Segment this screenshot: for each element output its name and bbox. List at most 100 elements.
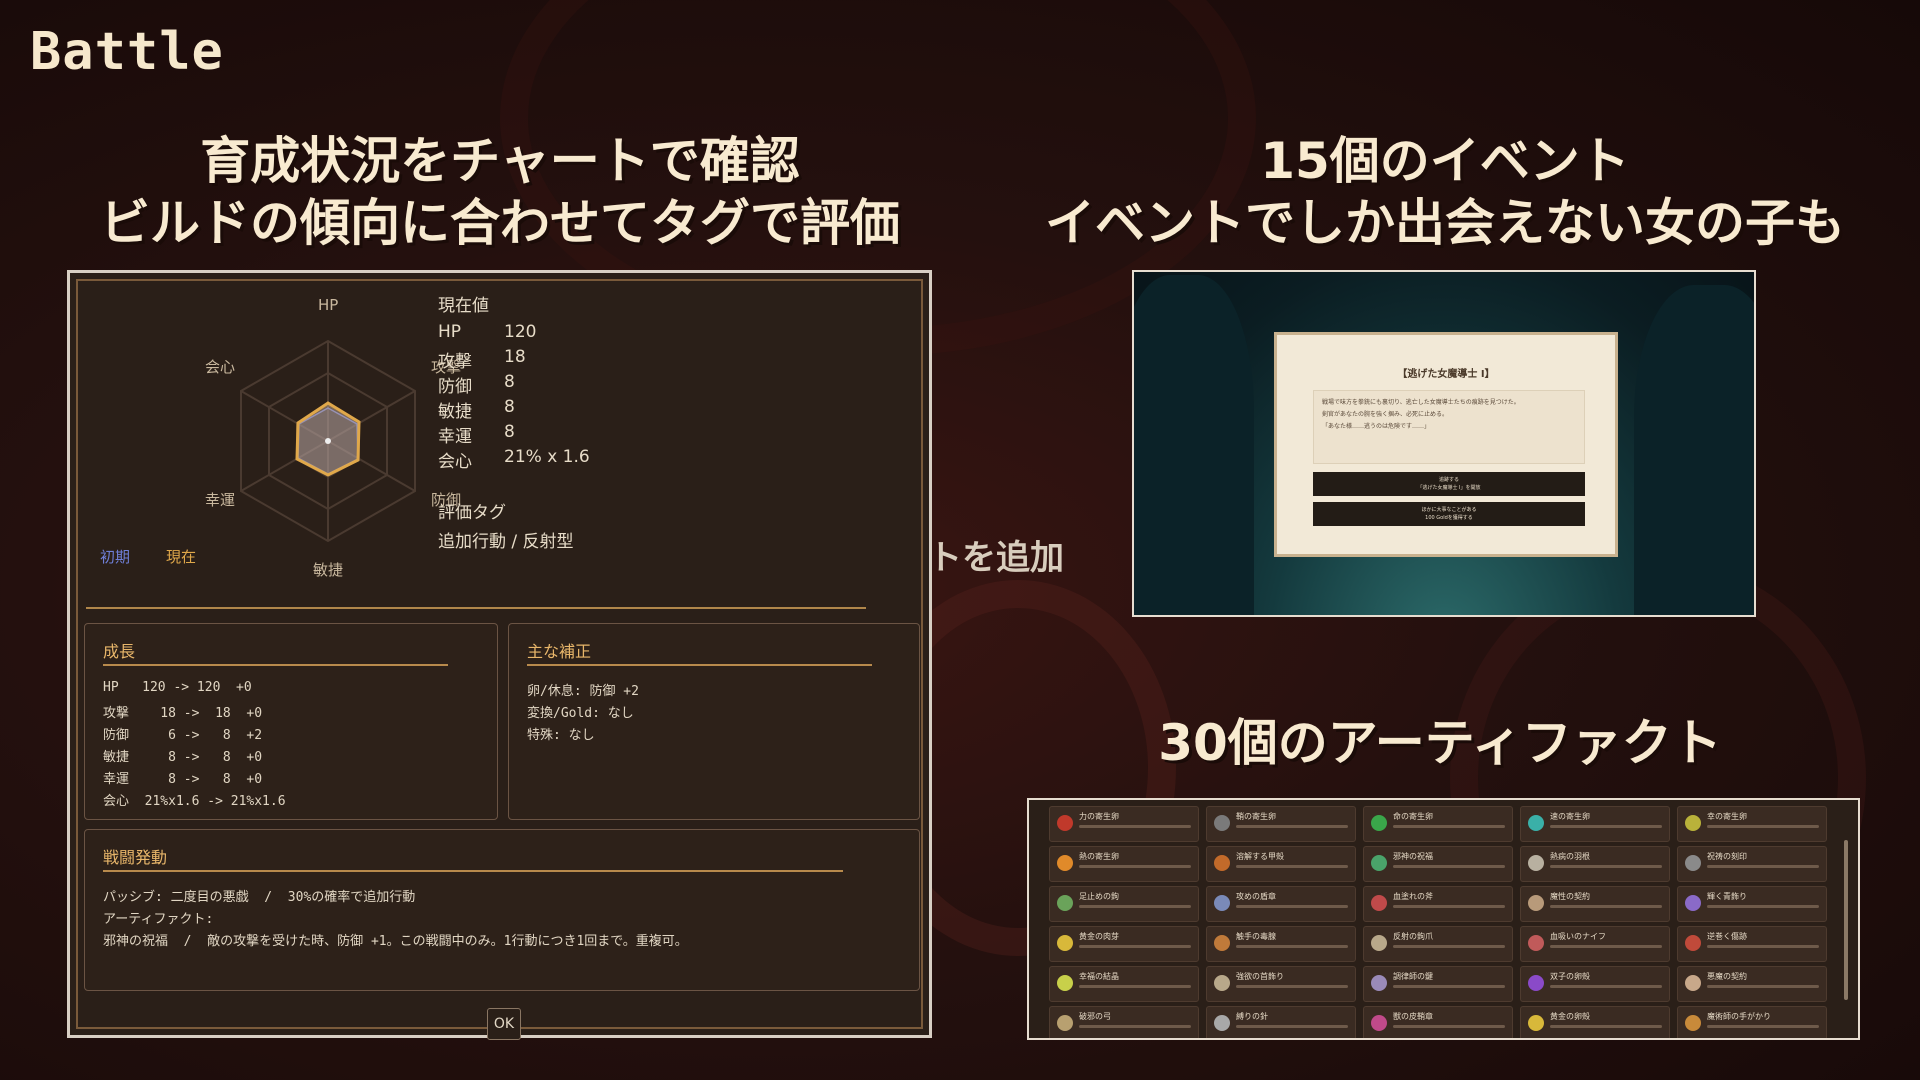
radar-label-crit: 会心 [205, 358, 236, 376]
event-option-1[interactable]: 追跡する 「逃げた女魔導士 Ⅰ」を開放 [1313, 472, 1585, 496]
stat-value: 8 [504, 372, 515, 392]
battle-effects-line: 邪神の祝福 / 敵の攻撃を受けた時、防御 +1。この戦闘中のみ。1行動につき1回… [103, 934, 688, 949]
event-option-2-line: 100 Goldを獲得する [1425, 515, 1473, 521]
event-preview: 【逃げた女魔導士 Ⅰ】 戦場で味方を拳銃にも裏切り、逃亡した女魔導士たちの痕跡を… [1132, 270, 1756, 617]
right-heading-line2: イベントでしか出会えない女の子も [1045, 194, 1845, 252]
artifact-card[interactable]: 調律師の鍵 [1363, 966, 1513, 1002]
stat-value: 21% x 1.6 [504, 447, 590, 467]
artifact-description [1236, 865, 1348, 868]
artifact-name: 魔性の契約 [1550, 892, 1590, 901]
artifact-name: 幸福の結晶 [1079, 972, 1119, 981]
artifact-description [1707, 1025, 1819, 1028]
ok-button[interactable]: OK [487, 1008, 521, 1040]
growth-underline [103, 664, 448, 666]
artifact-description [1393, 825, 1505, 828]
artifact-card[interactable]: 攻めの盾章 [1206, 886, 1356, 922]
artifact-description [1236, 945, 1348, 948]
artifact-description [1550, 985, 1662, 988]
artifact-scrollbar[interactable] [1844, 840, 1848, 1000]
current-values-heading: 現在値 [438, 296, 489, 316]
artifact-icon [1214, 855, 1230, 871]
artifact-name: 輝く青飾り [1707, 892, 1747, 901]
legend-initial: 初期 [100, 548, 131, 566]
artifact-card[interactable]: 双子の卵殻 [1520, 966, 1670, 1002]
status-panel: HP 攻撃 防御 敏捷 幸運 会心 初期 現在 現在値 HP 120 攻撃 18 防… [67, 270, 932, 1040]
event-option-1-line: 追跡する [1438, 477, 1459, 483]
artifact-card[interactable]: 幸福の結晶 [1049, 966, 1199, 1002]
artifact-card[interactable]: 輝く青飾り [1677, 886, 1827, 922]
artifact-name: 熱病の羽根 [1550, 852, 1590, 861]
section-divider [86, 607, 866, 609]
artifact-name: 破邪の弓 [1079, 1012, 1111, 1021]
artifact-card[interactable]: 力の寄生卵 [1049, 806, 1199, 842]
artifact-icon [1057, 895, 1073, 911]
artifact-card[interactable]: 触手の毒腺 [1206, 926, 1356, 962]
artifact-card[interactable]: 獣の皮鞘章 [1363, 1006, 1513, 1038]
artifact-description [1079, 1025, 1191, 1028]
artifact-card[interactable]: 祝祷の刻印 [1677, 846, 1827, 882]
artifact-icon [1528, 935, 1544, 951]
artifact-card[interactable]: 速の寄生卵 [1520, 806, 1670, 842]
artifact-card[interactable]: 溶解する甲殻 [1206, 846, 1356, 882]
battle-effects-title: 戦闘発動 [103, 848, 168, 867]
artifact-icon [1685, 935, 1701, 951]
left-heading-line2: ビルドの傾向に合わせてタグで評価 [100, 194, 900, 252]
artifact-icon [1214, 1015, 1230, 1031]
battle-effects-line: パッシブ: 二度目の悪戯 / 30%の確率で追加行動 [103, 890, 416, 905]
artifact-icon [1371, 855, 1387, 871]
stat-value: 8 [504, 422, 515, 442]
artifact-card[interactable]: 鞘の寄生卵 [1206, 806, 1356, 842]
artifact-icon [1371, 895, 1387, 911]
artifact-card[interactable]: 縛りの針 [1206, 1006, 1356, 1038]
growth-line: 攻撃 18 -> 18 +0 [103, 706, 263, 721]
artifact-icon [1528, 975, 1544, 991]
artifact-card[interactable]: 魔性の契約 [1520, 886, 1670, 922]
event-body-line: 「あなた様……逃うのは危険です……」 [1322, 423, 1431, 430]
artifact-icon [1057, 815, 1073, 831]
stat-row: 会心 21% x 1.6 [438, 447, 590, 472]
artifact-card[interactable]: 幸の寄生卵 [1677, 806, 1827, 842]
left-heading: 育成状況をチャートで確認 ビルドの傾向に合わせてタグで評価 [60, 130, 940, 254]
artifact-name: 速の寄生卵 [1550, 812, 1590, 821]
artifact-card[interactable]: 反射の鉤爪 [1363, 926, 1513, 962]
artifact-card[interactable]: 命の寄生卵 [1363, 806, 1513, 842]
artifact-card[interactable]: 邪神の祝福 [1363, 846, 1513, 882]
stat-value: 18 [504, 347, 526, 367]
artifact-card[interactable]: 破邪の弓 [1049, 1006, 1199, 1038]
artifact-name: 魔術師の手がかり [1707, 1012, 1771, 1021]
artifact-name: 反射の鉤爪 [1393, 932, 1433, 941]
artifact-icon [1214, 895, 1230, 911]
artifact-description [1707, 945, 1819, 948]
artifact-icon [1371, 935, 1387, 951]
artifact-card[interactable]: 逆巻く傷跡 [1677, 926, 1827, 962]
artifact-card[interactable]: 熱の寄生卵 [1049, 846, 1199, 882]
stat-row: HP 120 [438, 322, 590, 347]
artifact-description [1550, 905, 1662, 908]
artifact-description [1393, 865, 1505, 868]
corrections-line: 特殊: なし [527, 728, 595, 743]
artifact-name: 黄金の卵殻 [1550, 1012, 1590, 1021]
artifact-card[interactable]: 悪魔の契約 [1677, 966, 1827, 1002]
artifact-card[interactable]: 血塗れの斧 [1363, 886, 1513, 922]
artifact-card[interactable]: 熱病の羽根 [1520, 846, 1670, 882]
event-option-2[interactable]: ほかに大事なことがある 100 Goldを獲得する [1313, 502, 1585, 526]
artifact-name: 血塗れの斧 [1393, 892, 1433, 901]
artifact-name: 双子の卵殻 [1550, 972, 1590, 981]
artifact-name: 祝祷の刻印 [1707, 852, 1747, 861]
artifact-card[interactable]: 魔術師の手がかり [1677, 1006, 1827, 1038]
battle-effects-box: 戦闘発動 パッシブ: 二度目の悪戯 / 30%の確率で追加行動 アーティファクト… [84, 829, 920, 991]
artifact-card[interactable]: 足止めの鉤 [1049, 886, 1199, 922]
artifact-card[interactable]: 血吸いのナイフ [1520, 926, 1670, 962]
artifact-icon [1528, 895, 1544, 911]
artifact-name: 命の寄生卵 [1393, 812, 1433, 821]
artifact-card[interactable]: 強欲の首飾り [1206, 966, 1356, 1002]
screen-title: Battle [30, 22, 224, 82]
artifact-card[interactable]: 黄金の卵殻 [1520, 1006, 1670, 1038]
stat-key: 会心 [438, 452, 472, 472]
stat-value: 8 [504, 397, 515, 417]
artifact-card[interactable]: 黄金の肉芽 [1049, 926, 1199, 962]
artifact-icon [1057, 855, 1073, 871]
artifact-name: 悪魔の契約 [1707, 972, 1747, 981]
artifact-icon [1528, 815, 1544, 831]
artifact-icon [1371, 1015, 1387, 1031]
